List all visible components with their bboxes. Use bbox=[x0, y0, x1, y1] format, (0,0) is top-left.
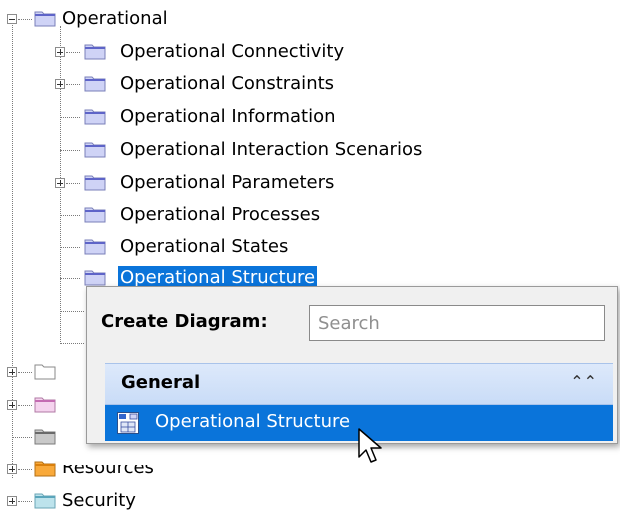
folder-icon bbox=[34, 364, 56, 380]
operational-structure-diagram-icon bbox=[117, 412, 139, 434]
expand-toggle[interactable] bbox=[55, 79, 65, 89]
folder-icon bbox=[84, 142, 106, 158]
mouse-cursor-icon bbox=[358, 428, 382, 463]
tree-connector bbox=[60, 247, 80, 248]
tree-node-operational-connectivity[interactable]: Operational Connectivity bbox=[120, 40, 344, 64]
folder-icon bbox=[34, 397, 56, 413]
tree-connector bbox=[66, 84, 80, 85]
folder-icon bbox=[84, 270, 106, 286]
tree-node-resources[interactable]: Resources bbox=[62, 465, 154, 480]
tree-connector bbox=[18, 501, 32, 502]
folder-icon bbox=[84, 239, 106, 255]
tree-connector bbox=[18, 19, 32, 20]
tree-node-operational-states[interactable]: Operational States bbox=[120, 235, 288, 259]
folder-icon bbox=[84, 76, 106, 92]
tree-connector bbox=[66, 52, 80, 53]
tree-connector bbox=[60, 117, 80, 118]
search-input[interactable] bbox=[309, 305, 605, 341]
popup-title: Create Diagram: bbox=[101, 311, 268, 332]
double-chevron-up-icon[interactable]: ⌃⌃ bbox=[570, 372, 597, 391]
tree-node-operational-processes[interactable]: Operational Processes bbox=[120, 203, 320, 227]
tree-connector bbox=[12, 437, 32, 438]
expand-toggle[interactable] bbox=[7, 400, 17, 410]
folder-icon bbox=[84, 175, 106, 191]
tree-connector bbox=[60, 150, 80, 151]
tree-node-operational[interactable]: Operational bbox=[62, 7, 168, 31]
expand-toggle[interactable] bbox=[7, 496, 17, 506]
tree-connector bbox=[60, 278, 80, 279]
tree-node-security[interactable]: Security bbox=[62, 489, 136, 513]
tree-connector bbox=[60, 311, 84, 312]
group-header-general[interactable]: General ⌃⌃ bbox=[105, 363, 613, 405]
tree-node-operational-constraints[interactable]: Operational Constraints bbox=[120, 72, 334, 96]
expand-toggle[interactable] bbox=[55, 47, 65, 57]
folder-icon bbox=[34, 11, 56, 27]
folder-icon bbox=[84, 109, 106, 125]
tree-connector bbox=[18, 372, 32, 373]
tree-connector bbox=[60, 215, 80, 216]
tree-connector bbox=[18, 405, 32, 406]
expand-toggle[interactable] bbox=[55, 178, 65, 188]
tree-connector bbox=[18, 469, 32, 470]
tree-node-operational-information[interactable]: Operational Information bbox=[120, 105, 336, 129]
expand-toggle[interactable] bbox=[7, 367, 17, 377]
tree-node-operational-parameters[interactable]: Operational Parameters bbox=[120, 171, 334, 195]
create-diagram-popup: Create Diagram: General ⌃⌃ Operational S… bbox=[86, 286, 618, 444]
folder-icon bbox=[34, 493, 56, 509]
tree-node-operational-interaction-scenarios[interactable]: Operational Interaction Scenarios bbox=[120, 138, 422, 162]
folder-icon bbox=[84, 207, 106, 223]
collapse-toggle[interactable] bbox=[7, 14, 17, 24]
folder-icon bbox=[84, 44, 106, 60]
folder-icon bbox=[34, 429, 56, 445]
expand-toggle[interactable] bbox=[7, 464, 17, 474]
folder-icon bbox=[34, 461, 56, 477]
group-label: General bbox=[121, 372, 201, 393]
diagram-option-label: Operational Structure bbox=[155, 411, 351, 432]
tree-connector bbox=[66, 183, 80, 184]
tree-connector bbox=[60, 343, 84, 344]
